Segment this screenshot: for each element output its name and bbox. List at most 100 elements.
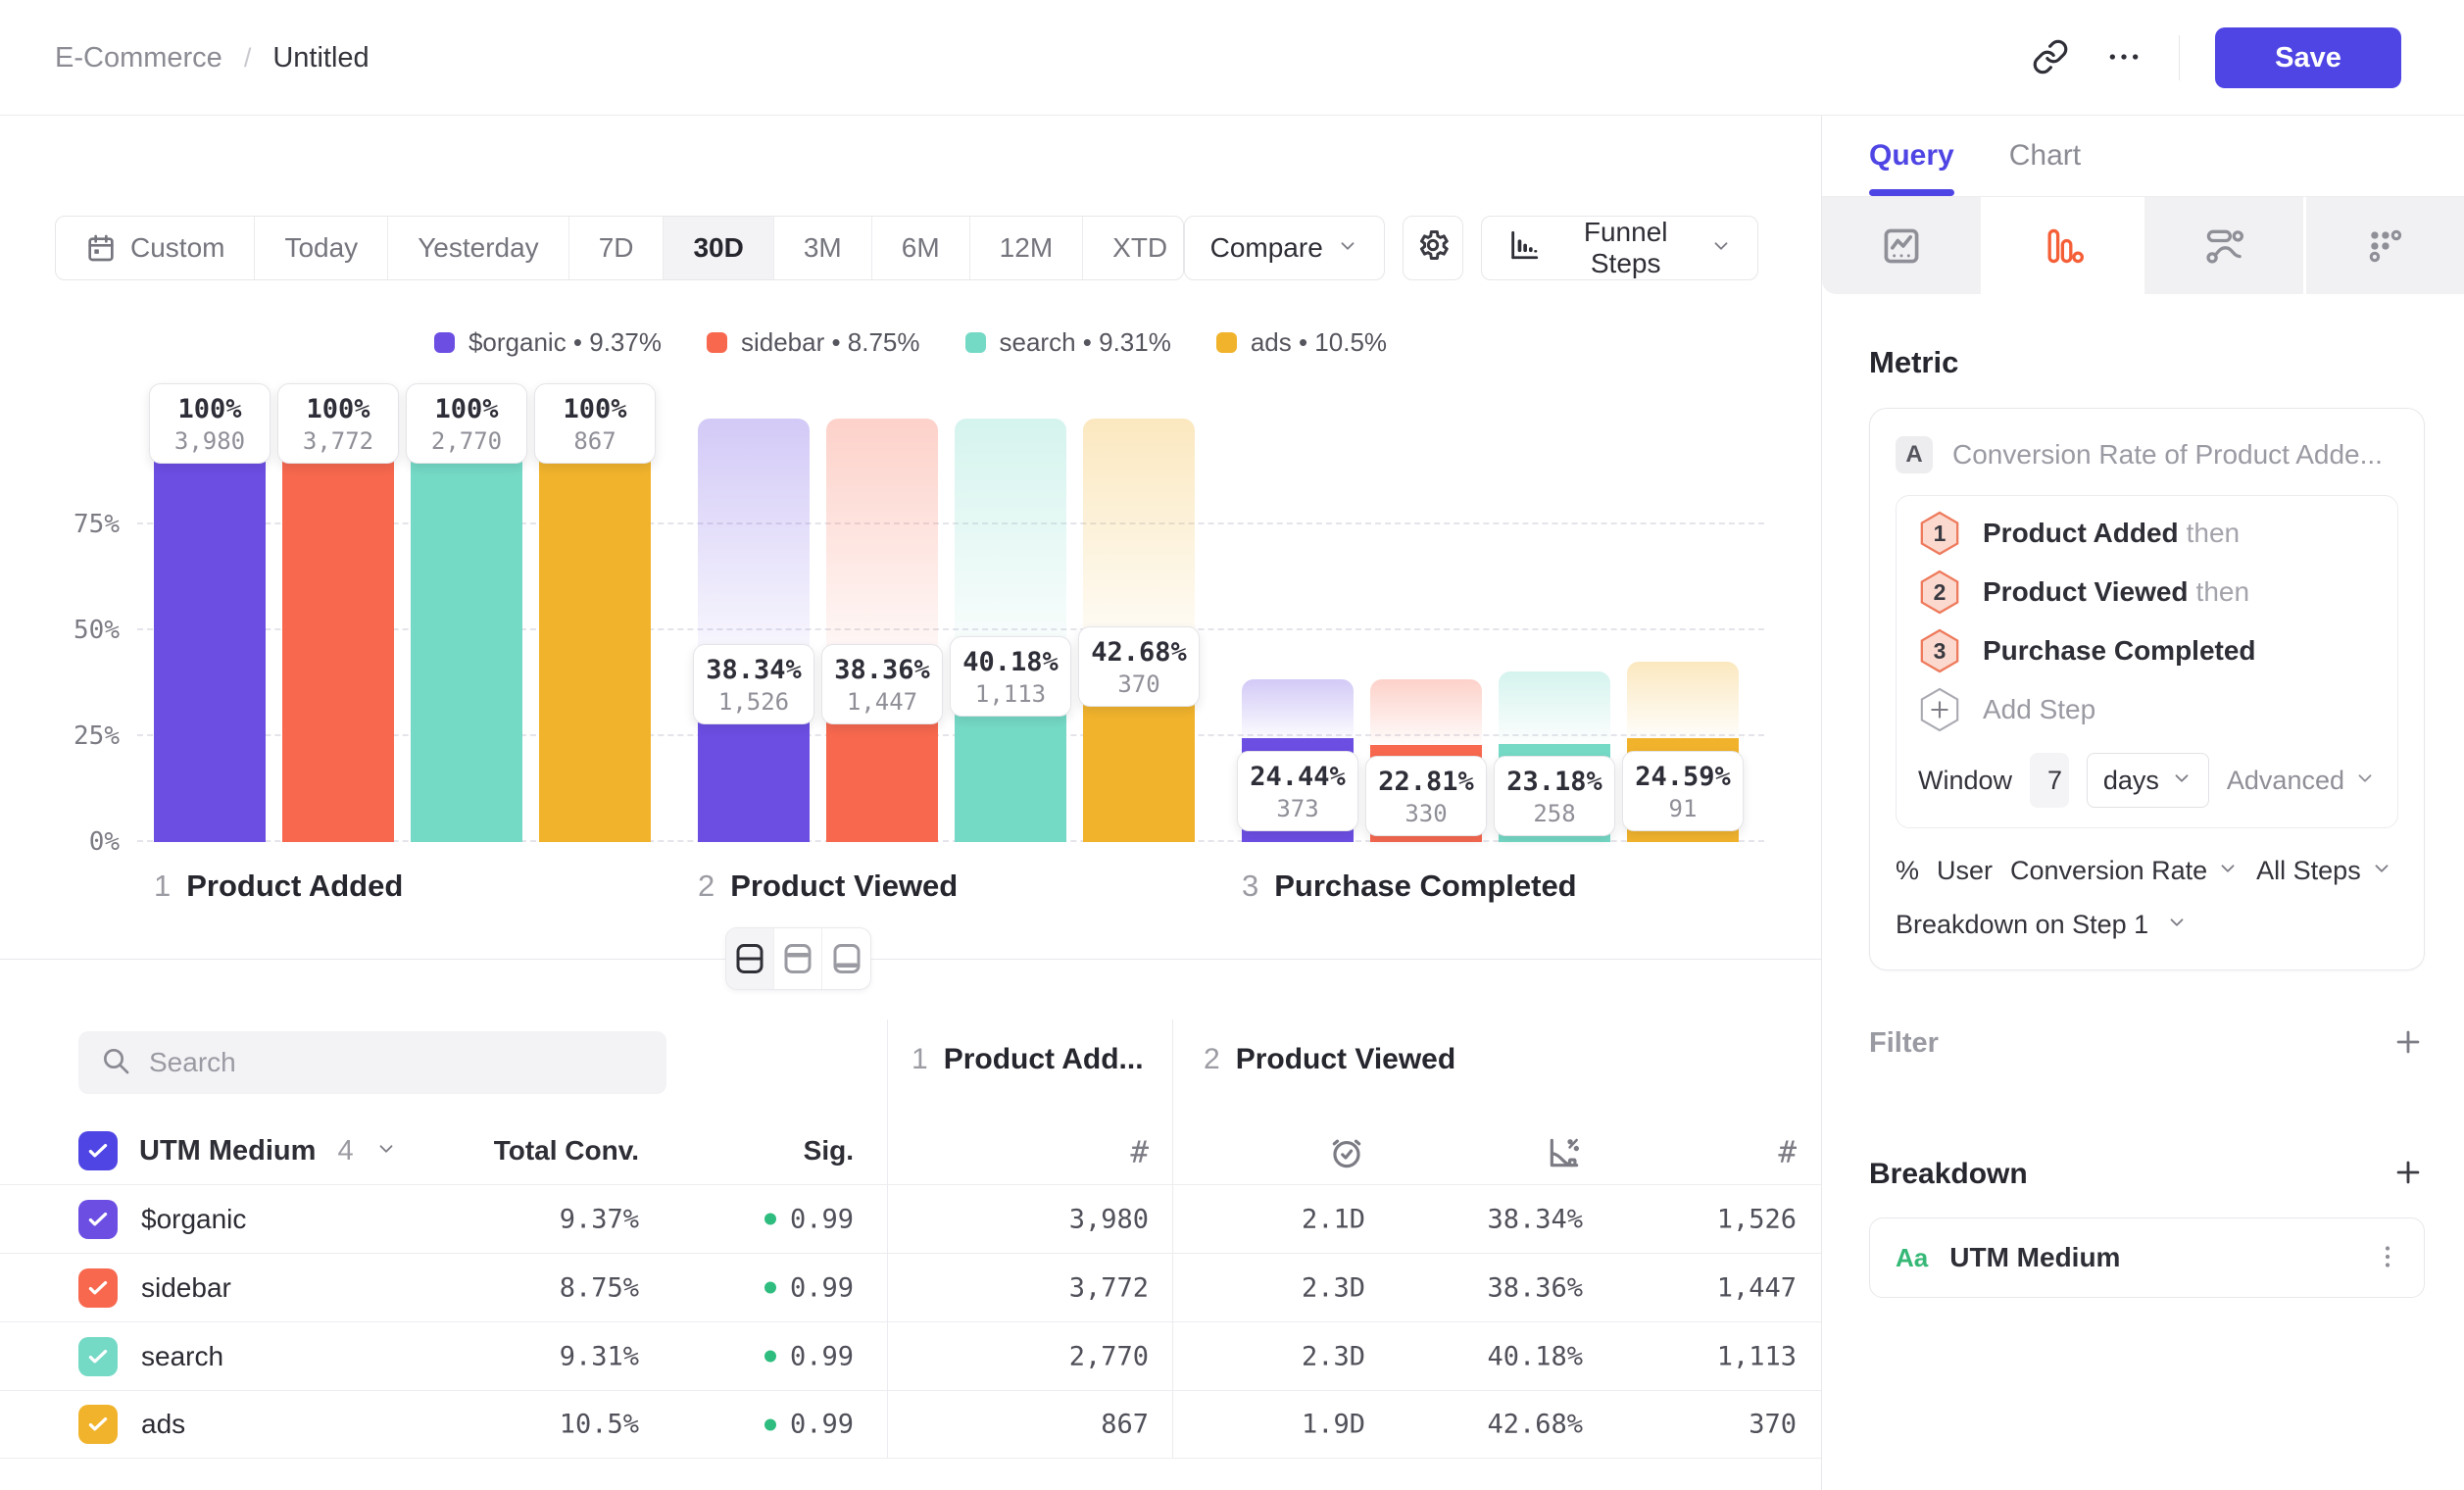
metric-step-3[interactable]: 3Purchase Completed: [1918, 621, 2376, 680]
hash-icon: #: [1778, 1135, 1797, 1170]
insight-tab-funnel-bars[interactable]: [1984, 197, 2145, 294]
metric-step-1[interactable]: 1Product Addedthen: [1918, 504, 2376, 563]
range-xtd[interactable]: XTD: [1083, 217, 1183, 279]
range-6m[interactable]: 6M: [872, 217, 970, 279]
avg-time-column-icon[interactable]: [1328, 1131, 1365, 1174]
bar-value-label: 22.81%330: [1365, 756, 1487, 836]
sig-header[interactable]: Sig.: [804, 1118, 854, 1184]
range-30d[interactable]: 30D: [664, 217, 773, 279]
table-row-search[interactable]: search9.31%2,7702.3D40.18%1,1130.99: [0, 1321, 1821, 1390]
significance-dot-icon: [764, 1282, 776, 1294]
chevron-down-icon[interactable]: [375, 1138, 397, 1165]
funnel-bar-search-step3[interactable]: 23.18%258: [1499, 419, 1610, 842]
bar-percent-value: 100%: [545, 393, 645, 426]
row-checkbox[interactable]: [78, 1200, 118, 1239]
funnel-bar-organic-step2[interactable]: 38.34%1,526: [698, 419, 810, 842]
legend-item-organic[interactable]: $organic • 9.37%: [434, 327, 662, 358]
window-value-input[interactable]: 7: [2030, 753, 2069, 808]
table-row-sidebar[interactable]: sidebar8.75%3,7722.3D38.36%1,4470.99: [0, 1253, 1821, 1321]
range-7d[interactable]: 7D: [569, 217, 665, 279]
search-input[interactable]: [149, 1047, 645, 1078]
breakdown-column-label[interactable]: UTM Medium: [139, 1135, 316, 1167]
hash-column-icon[interactable]: #: [1130, 1131, 1149, 1174]
funnel-bar-ads-step2[interactable]: 42.68%370: [1083, 419, 1195, 842]
layout-toggle-panel-top[interactable]: [774, 928, 822, 989]
range-custom[interactable]: Custom: [56, 217, 255, 279]
breadcrumb-report-title[interactable]: Untitled: [272, 42, 369, 74]
breakdown-item-menu-button[interactable]: [2371, 1240, 2404, 1276]
chart-settings-button[interactable]: [1403, 216, 1464, 280]
funnel-bar-sidebar-step3[interactable]: 22.81%330: [1370, 419, 1482, 842]
measure-scope-select[interactable]: All Steps: [2256, 856, 2392, 886]
tab-query[interactable]: Query: [1869, 116, 1954, 196]
metric-title-row[interactable]: A Conversion Rate of Product Adde...: [1896, 430, 2398, 479]
range-yesterday[interactable]: Yesterday: [388, 217, 569, 279]
funnel-step-group-3: 24.44%37322.81%33023.18%25824.59%91: [1242, 419, 1739, 842]
row-checkbox[interactable]: [78, 1405, 118, 1444]
compare-button[interactable]: Compare: [1184, 216, 1385, 280]
funnel-steps-card: 1Product Addedthen2Product Viewedthen3Pu…: [1896, 495, 2398, 828]
add-breakdown-button[interactable]: [2391, 1156, 2425, 1192]
measure-entity[interactable]: User: [1937, 856, 1993, 886]
breadcrumb-project[interactable]: E-Commerce: [55, 42, 222, 74]
conv-rate-column-icon[interactable]: [1546, 1131, 1583, 1174]
avg-time-icon: [1328, 1134, 1365, 1171]
window-label: Window: [1918, 766, 2012, 796]
funnel-bar-ads-step1[interactable]: 100%867: [539, 419, 651, 842]
breakdown-item[interactable]: Aa UTM Medium: [1869, 1217, 2425, 1298]
range-label: 6M: [902, 232, 940, 264]
insight-tab-line-chart[interactable]: [1822, 197, 1984, 294]
table-row-organic[interactable]: $organic9.37%3,9802.1D38.34%1,5260.99: [0, 1184, 1821, 1253]
more-options-button[interactable]: [2104, 37, 2144, 79]
select-all-checkbox[interactable]: [78, 1131, 118, 1170]
bar-percent-value: 38.36%: [832, 654, 932, 687]
chevron-down-icon: [2371, 856, 2392, 886]
funnel-bar-organic-step1[interactable]: 100%3,980: [154, 419, 266, 842]
row-checkbox[interactable]: [78, 1337, 118, 1376]
layout-toggle-split-rows[interactable]: [726, 928, 774, 989]
hash-column-icon[interactable]: #: [1778, 1131, 1797, 1174]
funnel-bar-search-step1[interactable]: 100%2,770: [411, 419, 522, 842]
table-row-ads[interactable]: ads10.5%8671.9D42.68%3700.99: [0, 1390, 1821, 1459]
funnel-bar-search-step2[interactable]: 40.18%1,113: [955, 419, 1066, 842]
insight-tab-flows[interactable]: [2144, 197, 2306, 294]
query-panel: Query Chart Metric A Conversion Rate of …: [1821, 116, 2464, 1490]
significance-value: 0.99: [790, 1410, 854, 1440]
funnel-bar-sidebar-step2[interactable]: 38.36%1,447: [826, 419, 938, 842]
breadcrumb: E-Commerce / Untitled: [55, 0, 370, 116]
range-today[interactable]: Today: [255, 217, 388, 279]
range-3m[interactable]: 3M: [774, 217, 872, 279]
legend-item-search[interactable]: search • 9.31%: [965, 327, 1171, 358]
save-button[interactable]: Save: [2215, 27, 2401, 88]
funnel-bar-sidebar-step1[interactable]: 100%3,772: [282, 419, 394, 842]
funnel-bar-organic-step3[interactable]: 24.44%373: [1242, 419, 1354, 842]
add-filter-button[interactable]: [2391, 1025, 2425, 1062]
step-hexagon-badge: 1: [1918, 510, 1961, 557]
bar-percent-value: 100%: [288, 393, 388, 426]
layout-toggle: [725, 927, 871, 990]
insight-tab-retention-dots[interactable]: [2306, 197, 2464, 294]
layout-toggle-panel-bottom[interactable]: [822, 928, 870, 989]
add-step-button[interactable]: Add Step: [1918, 680, 2376, 739]
legend-item-sidebar[interactable]: sidebar • 8.75%: [707, 327, 920, 358]
funnel-analysis-app: E-Commerce / Untitled Save CustomTodayYe…: [0, 0, 2464, 1490]
bar-percent-value: 100%: [160, 393, 260, 426]
measure-metric-select[interactable]: Conversion Rate: [2010, 856, 2239, 886]
compare-label: Compare: [1210, 232, 1323, 264]
breakdown-on-select[interactable]: Breakdown on Step 1: [1896, 910, 2398, 940]
total-conv-header[interactable]: Total Conv.: [494, 1118, 639, 1184]
range-12m[interactable]: 12M: [970, 217, 1083, 279]
metric-step-2[interactable]: 2Product Viewedthen: [1918, 563, 2376, 621]
tab-chart[interactable]: Chart: [2009, 116, 2081, 196]
funnel-bar-ads-step3[interactable]: 24.59%91: [1627, 419, 1739, 842]
row-checkbox[interactable]: [78, 1268, 118, 1308]
step-axis-label-1: 1Product Added: [154, 869, 403, 904]
chart-type-button[interactable]: Funnel Steps: [1481, 216, 1758, 280]
advanced-toggle[interactable]: Advanced: [2227, 766, 2376, 796]
legend-item-ads[interactable]: ads • 10.5%: [1216, 327, 1387, 358]
bar-count-value: 373: [1248, 794, 1348, 823]
copy-link-button[interactable]: [2032, 38, 2069, 78]
topbar-actions: Save: [2032, 0, 2401, 116]
window-unit-select[interactable]: days: [2087, 753, 2209, 808]
cell-conv-rate: 40.18%: [1487, 1341, 1583, 1371]
